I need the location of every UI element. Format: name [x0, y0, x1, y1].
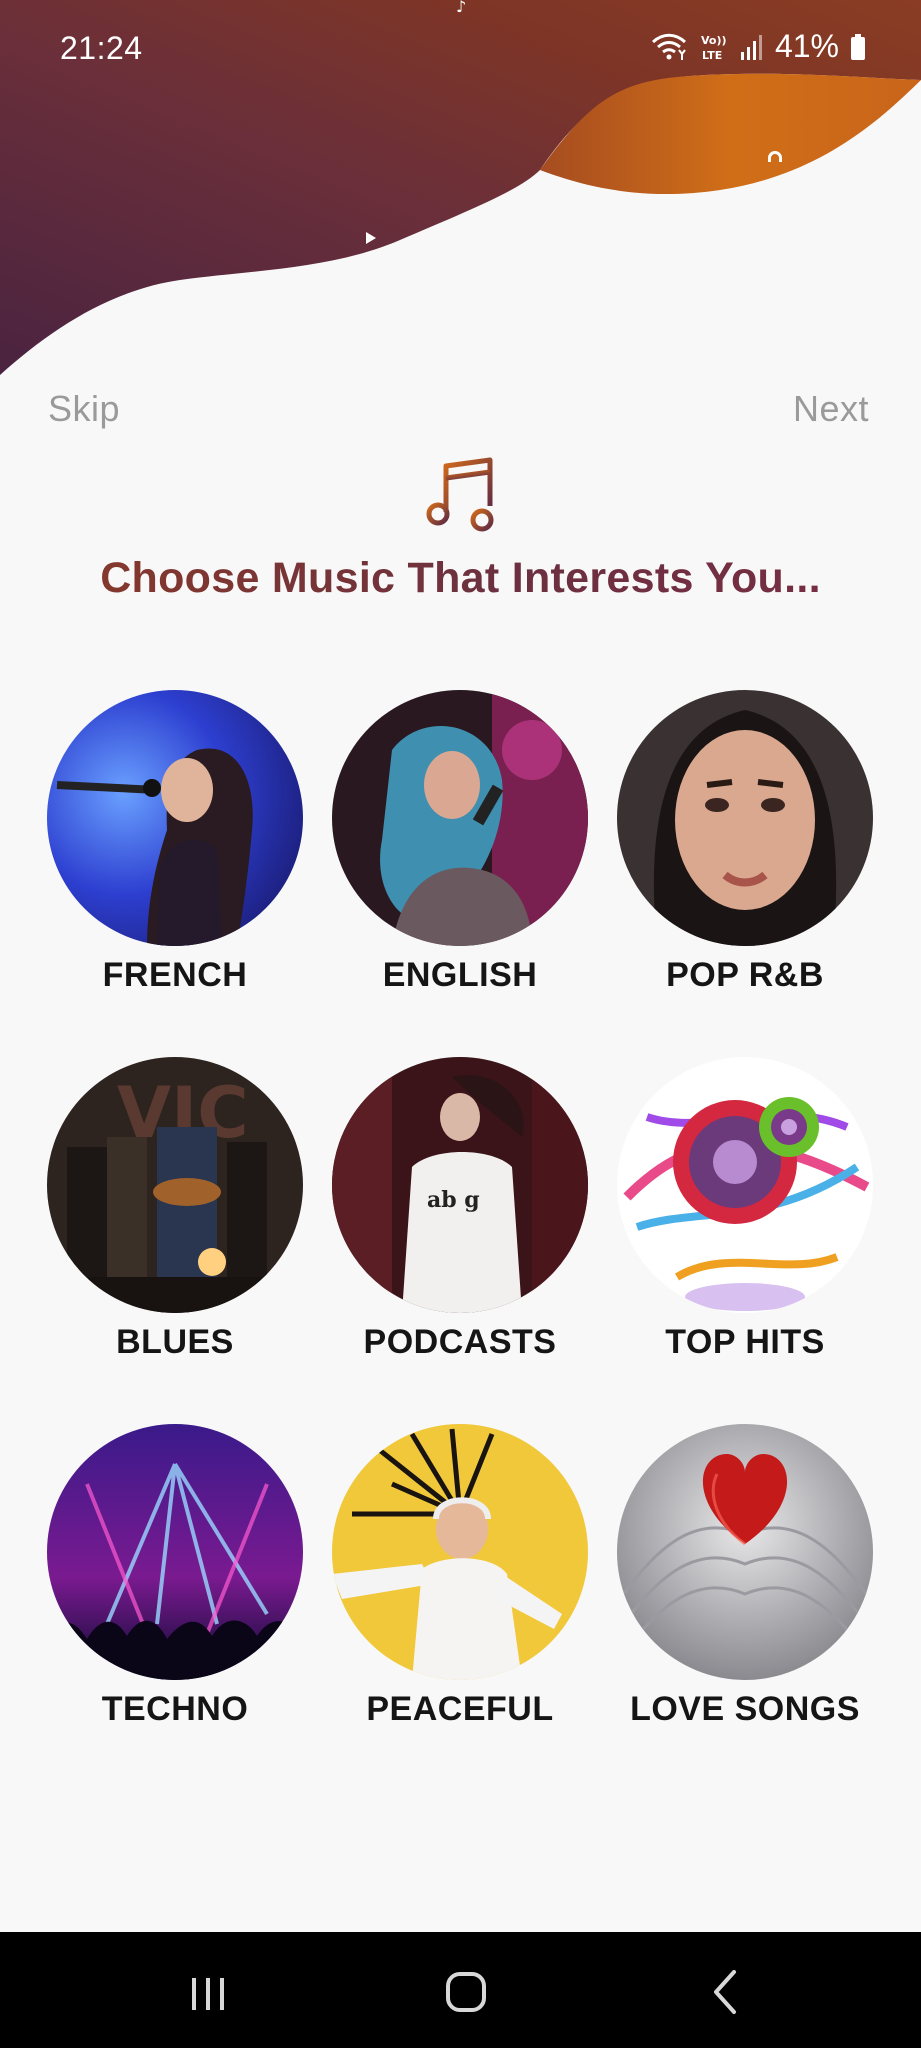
- genre-item-podcasts[interactable]: ab g PODCASTS: [318, 1057, 602, 1362]
- recents-icon[interactable]: [178, 1964, 238, 2020]
- genre-label: PEACEFUL: [366, 1690, 554, 1728]
- genre-image-pop-rnb: [617, 690, 873, 946]
- genre-image-blues: VIC: [47, 1057, 303, 1313]
- genre-image-techno: [47, 1424, 303, 1680]
- svg-text:ab g: ab g: [427, 1187, 480, 1213]
- genre-label: TECHNO: [101, 1690, 249, 1728]
- genre-item-top-hits[interactable]: TOP HITS: [603, 1057, 887, 1362]
- back-icon[interactable]: [696, 1964, 756, 2020]
- system-navigation-bar: [0, 1932, 921, 2048]
- genre-label: POP R&B: [666, 956, 824, 994]
- genre-label: FRENCH: [102, 956, 248, 994]
- genre-item-peaceful[interactable]: PEACEFUL: [318, 1424, 602, 1729]
- onboarding-screen: ♪ 21:24 Vo)) LTE 41% Skip Next Choose Mu…: [0, 0, 921, 2048]
- genre-image-french: [47, 690, 303, 946]
- genre-item-english[interactable]: ENGLISH: [318, 690, 602, 995]
- genre-label: PODCASTS: [363, 1323, 557, 1361]
- genre-item-love-songs[interactable]: LOVE SONGS: [603, 1424, 887, 1729]
- genre-image-english: [332, 690, 588, 946]
- genre-item-pop-rnb[interactable]: POP R&B: [603, 690, 887, 995]
- genre-image-peaceful: [332, 1424, 588, 1680]
- genre-image-podcasts: ab g: [332, 1057, 588, 1313]
- genre-grid: FRENCH ENGLISH POP R&B VIC BLUES ab g PO…: [0, 0, 921, 1900]
- home-icon[interactable]: [436, 1964, 496, 2020]
- genre-item-french[interactable]: FRENCH: [33, 690, 317, 995]
- genre-image-top-hits: [617, 1057, 873, 1313]
- genre-label: LOVE SONGS: [630, 1690, 860, 1728]
- genre-label: BLUES: [116, 1323, 234, 1361]
- genre-label: ENGLISH: [382, 956, 538, 994]
- genre-item-techno[interactable]: TECHNO: [33, 1424, 317, 1729]
- genre-label: TOP HITS: [665, 1323, 825, 1361]
- genre-image-love-songs: [617, 1424, 873, 1680]
- genre-item-blues[interactable]: VIC BLUES: [33, 1057, 317, 1362]
